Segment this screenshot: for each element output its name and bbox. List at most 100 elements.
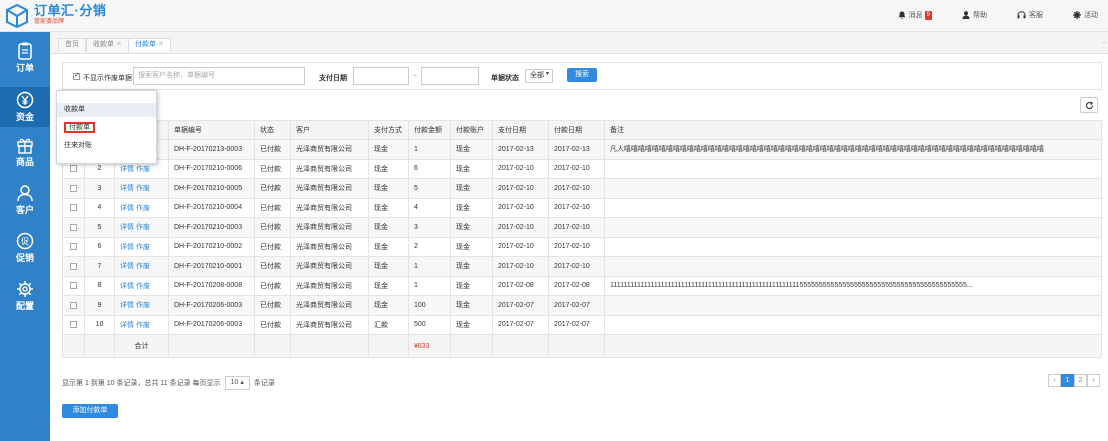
cell-pay-date: 2017-02-10 [492,178,549,199]
cell-customer: 光泽商贸有限公司 [290,158,369,179]
void-link[interactable]: 作废 [136,322,150,329]
close-icon[interactable]: ✕ [158,41,164,48]
sidebar-item-config[interactable]: 配置 [0,276,50,316]
cell-method: 现金 [368,217,409,238]
messages-link[interactable]: 消息 9 [898,10,932,20]
cell-note [604,236,1102,257]
cell-note [604,158,1102,179]
service-link[interactable]: 客服 [1017,10,1043,20]
search-button[interactable]: 搜索 [567,68,597,82]
void-link[interactable]: 作废 [136,244,150,251]
settings-link[interactable]: 活动 [1073,10,1098,20]
next-page-button[interactable]: › [1087,374,1100,387]
cell-method: 现金 [368,256,409,277]
detail-link[interactable]: 详情 [120,185,134,192]
tab-payments[interactable]: 付款单 ✕ [128,38,171,52]
sidebar-item-label: 订单 [15,63,34,73]
user-icon [962,11,970,19]
cell-account: 现金 [450,236,493,257]
tab-home[interactable]: 首页 [58,38,86,52]
row-actions: 详情 作废 [114,178,169,199]
cell-customer: 光泽商贸有限公司 [290,178,369,199]
table-row[interactable]: 5 详情 作废 DH-F-20170210-0003 已付款 光泽商贸有限公司 现金 3 现金… [62,217,1102,238]
detail-link[interactable]: 详情 [120,283,134,290]
void-link[interactable]: 作废 [136,283,150,290]
refresh-button[interactable] [1080,97,1098,113]
prev-page-button[interactable]: ‹ [1048,374,1061,387]
row-index: 6 [84,236,115,257]
column-header: 付款账户 [450,120,493,140]
row-checkbox[interactable] [70,223,77,231]
cell-no: DH-F-20170210-0001 [168,256,255,277]
cell-status: 已付款 [254,236,291,257]
void-link[interactable]: 作废 [136,263,150,270]
column-header: 备注 [604,120,1102,140]
table-row[interactable]: 2 详情 作废 DH-F-20170210-0006 已付款 光泽商贸有限公司 现金 6 现金… [62,158,1102,179]
page-button-1[interactable]: 1 [1061,374,1074,387]
table-row[interactable]: 4 详情 作废 DH-F-20170210-0004 已付款 光泽商贸有限公司 现金 4 现金… [62,197,1102,218]
row-checkbox[interactable] [70,282,77,290]
table-row[interactable]: 10 详情 作废 DH-F-20170206-0003 已付款 光泽商贸有限公司 汇款 50… [62,314,1102,335]
hide-invalid-checkbox[interactable] [73,71,80,80]
end-date-input[interactable] [421,67,479,85]
sidebar-item-promotions[interactable]: 促 促销 [0,228,50,268]
table-row[interactable]: 8 详情 作废 DH-F-20170208-0008 已付款 光泽商贸有限公司 现金 1 现金… [62,275,1102,296]
detail-link[interactable]: 详情 [120,205,134,212]
table-row[interactable]: 6 详情 作废 DH-F-20170210-0002 已付款 光泽商贸有限公司 现金 2 现金… [62,236,1102,257]
table-row[interactable]: 9 详情 作废 DH-F-20170206-0003 已付款 光泽商贸有限公司 现金 100… [62,295,1102,316]
row-checkbox[interactable] [70,321,77,329]
cell-customer: 光泽商贸有限公司 [290,197,369,218]
start-date-input[interactable] [353,67,409,85]
column-header: 付款日期 [548,120,605,140]
status-select-value: 全部 [530,72,544,79]
void-link[interactable]: 作废 [136,224,150,231]
row-index: 3 [84,178,115,199]
row-checkbox[interactable] [70,184,77,192]
top-header: 订单汇·分销 管家婆品牌 消息 9 帮助 客服 活动 [0,0,1108,32]
row-checkbox[interactable] [70,301,77,309]
row-checkbox[interactable] [70,262,77,270]
cell-amount: 1 [408,256,451,277]
detail-link[interactable]: 详情 [120,224,134,231]
table-row[interactable]: 1详情 作废DH-F-20170213-0003已付款光泽商贸有限公司现金1现金… [62,139,1102,160]
search-input[interactable]: 搜索客户名称，单据编号 [133,67,305,85]
void-link[interactable]: 作废 [136,302,150,309]
messages-label: 消息 [908,12,923,19]
tab-label: 首页 [65,41,79,48]
sidebar-item-label: 配置 [15,301,34,311]
cell-paid-date: 2017-02-10 [548,236,605,257]
tabs-scroll-icon[interactable]: – [1102,39,1106,46]
detail-link[interactable]: 详情 [120,263,134,270]
row-checkbox[interactable] [70,165,77,173]
page-button-2[interactable]: 2 [1074,374,1087,387]
menu-item-receipts[interactable]: 收款单 [57,103,156,117]
void-link[interactable]: 作废 [136,185,150,192]
row-checkbox[interactable] [70,243,77,251]
sidebar-item-products[interactable]: 商品 [0,132,50,172]
table-row[interactable]: 3 详情 作废 DH-F-20170210-0005 已付款 光泽商贸有限公司 现金 5 现金… [62,178,1102,199]
row-actions: 详情 作废 [114,236,169,257]
table-row[interactable]: 7 详情 作废 DH-F-20170210-0001 已付款 光泽商贸有限公司 现金 1 现金… [62,256,1102,277]
cell-method: 汇款 [368,314,409,335]
cell-no: DH-F-20170206-0003 [168,314,255,335]
menu-item-reconciliation[interactable]: 往来对账 [57,139,156,153]
void-link[interactable]: 作废 [136,166,150,173]
sidebar-item-funds[interactable]: 资金 [0,87,50,127]
help-link[interactable]: 帮助 [962,10,987,20]
detail-link[interactable]: 详情 [120,166,134,173]
detail-link[interactable]: 详情 [120,302,134,309]
page-size-select[interactable]: 10 ▴ [224,376,250,390]
detail-link[interactable]: 详情 [120,322,134,329]
cell-account: 现金 [450,314,493,335]
detail-link[interactable]: 详情 [120,244,134,251]
sidebar-item-orders[interactable]: 订单 [0,38,50,78]
close-icon[interactable]: ✕ [116,41,122,48]
row-checkbox[interactable] [70,204,77,212]
cell-pay-date: 2017-02-10 [492,197,549,218]
sidebar-item-customers[interactable]: 客户 [0,180,50,220]
void-link[interactable]: 作废 [136,205,150,212]
promo-icon: 促 [16,232,34,250]
tab-receipts[interactable]: 收款单 ✕ [86,38,129,52]
menu-item-payments[interactable]: 付款单 [57,121,156,135]
add-payment-button[interactable]: 添加付款单 [62,404,118,418]
